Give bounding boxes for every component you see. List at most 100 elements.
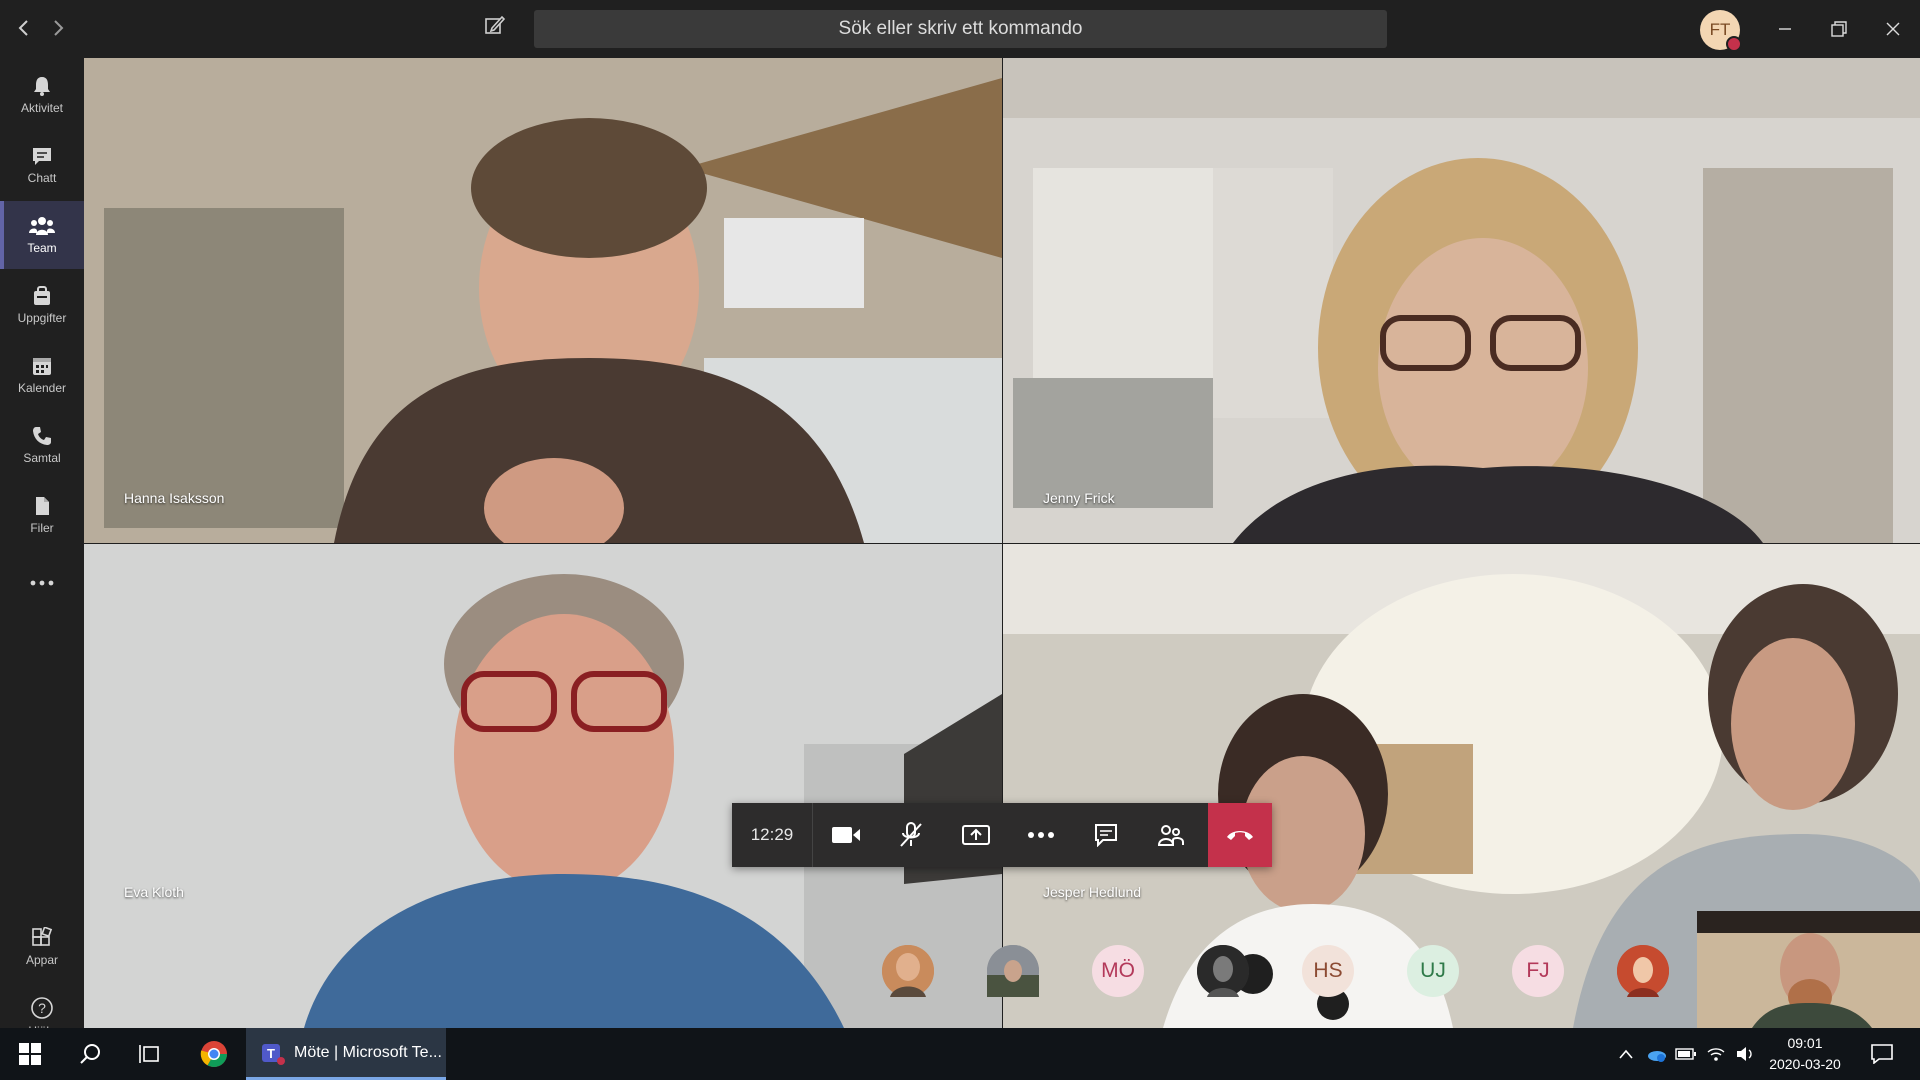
mic-muted-icon — [899, 822, 922, 847]
more-actions-button[interactable] — [1008, 803, 1073, 867]
svg-text:?: ? — [38, 1000, 46, 1016]
battery-icon[interactable] — [1672, 1028, 1700, 1080]
chat-icon — [33, 148, 51, 165]
close-icon[interactable] — [1878, 14, 1908, 44]
hang-up-button[interactable] — [1208, 803, 1272, 867]
rail-label: Chatt — [27, 171, 57, 185]
video-tile[interactable]: Jenny Frick — [1003, 58, 1920, 543]
chrome-icon[interactable] — [196, 1028, 232, 1080]
calendar-icon — [33, 358, 51, 375]
rail-label: Kalender — [17, 381, 67, 395]
participant-avatar[interactable] — [1197, 945, 1249, 997]
rail-item-calls[interactable]: Samtal — [0, 411, 84, 479]
user-avatar[interactable]: FT — [1700, 10, 1742, 52]
user-initials: FT — [1709, 20, 1731, 39]
hang-up-icon — [1227, 831, 1253, 840]
participant-name: Eva Kloth — [124, 884, 184, 900]
participant-initials: MÖ — [1101, 959, 1135, 982]
rail-label: Appar — [25, 953, 59, 967]
onedrive-icon[interactable] — [1642, 1028, 1670, 1080]
assignments-icon — [34, 286, 50, 305]
wifi-icon[interactable] — [1702, 1028, 1730, 1080]
participant-video — [1003, 58, 1920, 543]
participant-avatar[interactable] — [882, 945, 934, 997]
participant-avatar[interactable]: HS — [1302, 945, 1354, 997]
share-screen-icon — [961, 825, 990, 845]
conversation-icon — [1094, 824, 1117, 847]
video-tile[interactable]: Hanna Isaksson — [84, 58, 1002, 543]
video-tile[interactable]: Eva Kloth — [84, 544, 1002, 1028]
taskbar-clock[interactable]: 09:01 2020-03-20 — [1750, 1033, 1860, 1075]
self-preview[interactable] — [1697, 911, 1920, 1028]
participant-video — [84, 544, 1002, 1028]
rail-label: Team — [27, 241, 57, 255]
rail-item-activity[interactable]: Aktivitet — [0, 61, 84, 129]
help-icon: ? — [31, 997, 53, 1019]
svg-text:T: T — [267, 1046, 275, 1061]
participant-initials: HS — [1313, 959, 1343, 982]
rail-item-teams[interactable]: Team — [0, 201, 84, 269]
status-dot — [1726, 36, 1742, 52]
participant-name: Jesper Hedlund — [1043, 884, 1142, 900]
participant-initials: FJ — [1526, 959, 1550, 982]
minimize-icon[interactable] — [1770, 14, 1800, 44]
camera-icon — [831, 827, 860, 843]
apps-icon — [32, 927, 53, 946]
show-participants-button[interactable] — [1138, 803, 1203, 867]
more-icon — [30, 580, 54, 586]
participant-avatar[interactable]: FJ — [1512, 945, 1564, 997]
participant-initials: UJ — [1420, 959, 1446, 982]
forward-arrow-icon[interactable] — [44, 14, 72, 42]
rail-item-chat[interactable]: Chatt — [0, 131, 84, 199]
rail-item-assignments[interactable]: Uppgifter — [0, 271, 84, 339]
clock-time: 09:01 — [1787, 1035, 1823, 1051]
participant-avatar[interactable] — [987, 945, 1039, 997]
rail-label: Samtal — [23, 451, 61, 465]
app-rail: Aktivitet Chatt Team Uppgifter Kalender … — [0, 58, 84, 1038]
participant-name: Hanna Isaksson — [124, 490, 225, 506]
phone-icon — [33, 427, 51, 445]
participant-avatar[interactable]: UJ — [1407, 945, 1459, 997]
rail-label: Aktivitet — [20, 101, 63, 115]
taskbar-app-label: Möte | Microsoft Te... — [294, 1043, 442, 1061]
call-timer: 12:29 — [732, 803, 813, 867]
show-conversation-button[interactable] — [1073, 803, 1138, 867]
share-screen-button[interactable] — [943, 803, 1008, 867]
task-view-icon[interactable] — [132, 1028, 168, 1080]
participant-photo — [1197, 945, 1249, 997]
participant-avatar[interactable]: MÖ — [1092, 945, 1144, 997]
windows-start-icon[interactable] — [12, 1028, 48, 1080]
taskbar-teams-app[interactable]: T Möte | Microsoft Te... — [246, 1028, 446, 1080]
more-icon — [1027, 832, 1054, 838]
chevron-up-icon[interactable] — [1612, 1028, 1640, 1080]
clock-date: 2020-03-20 — [1769, 1056, 1841, 1072]
rail-label: Uppgifter — [17, 311, 67, 325]
participant-video — [84, 58, 1002, 543]
restore-icon[interactable] — [1824, 14, 1854, 44]
new-chat-icon[interactable] — [484, 14, 512, 42]
rail-label: Filer — [30, 521, 54, 535]
microphone-button[interactable] — [878, 803, 943, 867]
bell-icon — [34, 77, 50, 96]
call-control-bar: 12:29 — [732, 803, 1272, 867]
rail-item-apps[interactable]: Appar — [0, 913, 84, 981]
participant-photo — [1617, 945, 1669, 997]
camera-button[interactable] — [813, 803, 878, 867]
teams-icon — [29, 217, 55, 235]
notifications-icon[interactable] — [1864, 1028, 1900, 1080]
search-icon[interactable] — [72, 1028, 108, 1080]
self-video — [1697, 911, 1920, 1028]
participant-name: Jenny Frick — [1043, 490, 1115, 506]
rail-item-calendar[interactable]: Kalender — [0, 341, 84, 409]
participant-avatar[interactable] — [1617, 945, 1669, 997]
title-bar: Sök eller skriv ett kommando FT — [0, 0, 1920, 58]
teams-app-icon: T — [262, 1043, 285, 1065]
more-apps-button[interactable] — [0, 551, 84, 619]
back-arrow-icon[interactable] — [10, 14, 38, 42]
search-placeholder: Sök eller skriv ett kommando — [838, 18, 1083, 39]
participants-icon — [1157, 825, 1184, 846]
search-input[interactable]: Sök eller skriv ett kommando — [534, 10, 1387, 48]
rail-item-files[interactable]: Filer — [0, 481, 84, 549]
files-icon — [36, 497, 49, 515]
participant-photo — [882, 945, 934, 997]
